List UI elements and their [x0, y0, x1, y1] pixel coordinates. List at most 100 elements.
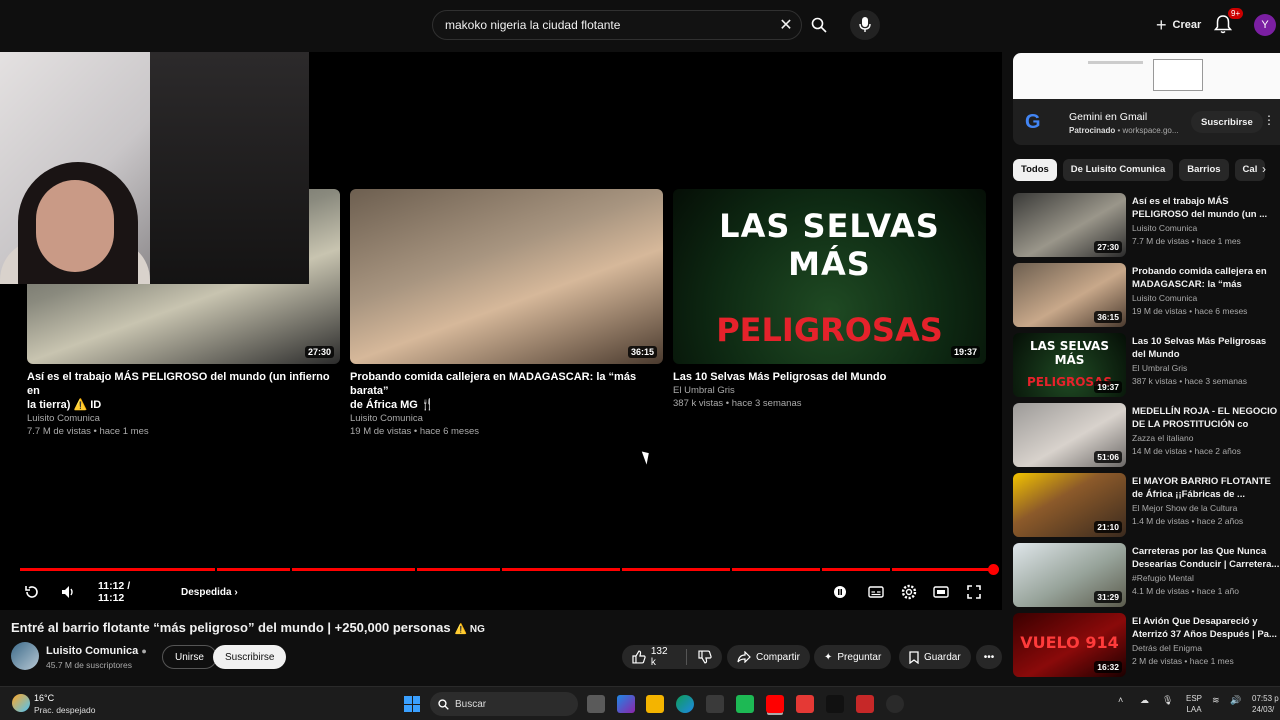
share-button[interactable]: Compartir [727, 645, 810, 669]
chevron-up-icon[interactable]: ˄ [1118, 695, 1123, 705]
related-channel[interactable]: Luisito Comunica [1132, 293, 1197, 303]
app-icon[interactable] [856, 695, 874, 713]
windows-start-icon[interactable] [404, 696, 420, 712]
related-title[interactable]: Las 10 Selvas Más Peligrosas del Mundo [1132, 335, 1280, 361]
related-channel[interactable]: Luisito Comunica [1132, 223, 1197, 233]
language-indicator[interactable]: ESP LAA [1186, 693, 1202, 715]
channel-avatar[interactable] [11, 642, 39, 670]
system-tray-icon[interactable]: ☁ [1140, 695, 1149, 706]
related-title[interactable]: Así es el trabajo MÁS PELIGROSO del mund… [1132, 195, 1280, 221]
related-thumbnail[interactable]: VUELO 914 16:32 [1013, 613, 1126, 677]
tiktok-icon[interactable] [826, 695, 844, 713]
end-card-thumbnail[interactable]: LAS SELVAS MÁS PELIGROSAS 19:37 [673, 189, 986, 364]
autoplay-toggle[interactable] [832, 582, 848, 602]
related-channel[interactable]: #Refugio Mental [1132, 573, 1194, 583]
channel-name[interactable]: Luisito Comunica ● [46, 645, 147, 657]
related-channel[interactable]: Detrás del Enigma [1132, 643, 1202, 653]
related-thumbnail[interactable]: 27:30 [1013, 193, 1126, 257]
edge-browser-icon[interactable] [676, 695, 694, 713]
related-video[interactable]: 31:29 Carreteras por las Que Nunca Desea… [1013, 543, 1280, 607]
ad-image[interactable] [1013, 53, 1280, 99]
related-thumbnail[interactable]: 31:29 [1013, 543, 1126, 607]
related-channel[interactable]: El Umbral Gris [1132, 363, 1187, 373]
end-card-channel[interactable]: El Umbral Gris [673, 384, 986, 397]
theater-mode-button[interactable] [931, 582, 951, 602]
chip-calles[interactable]: Cal [1234, 159, 1266, 181]
related-video[interactable]: 21:10 El MAYOR BARRIO FLOTANTE de África… [1013, 473, 1280, 537]
related-title[interactable]: Probando comida callejera en MADAGASCAR:… [1132, 265, 1280, 291]
task-view-icon[interactable] [587, 695, 605, 713]
ask-button[interactable]: ✦ Preguntar [814, 645, 892, 669]
join-button[interactable]: Unirse [162, 645, 217, 669]
chrome-icon[interactable] [886, 695, 904, 713]
settings-button[interactable] [899, 582, 919, 602]
related-thumbnail[interactable]: 21:10 [1013, 473, 1126, 537]
chip-barrios[interactable]: Barrios [1179, 159, 1229, 181]
more-vertical-icon[interactable]: ⋮ [1263, 113, 1275, 127]
subtitles-button[interactable] [866, 582, 886, 602]
clock[interactable]: 07:53 p 24/03/ [1252, 693, 1279, 715]
sponsored-ad[interactable]: G Gemini en Gmail Patrocinado • workspac… [1013, 53, 1280, 145]
related-thumbnail[interactable]: 51:06 [1013, 403, 1126, 467]
ad-subscribe-button[interactable]: Suscribirse [1191, 111, 1263, 133]
end-card-thumbnail[interactable]: 36:15 [350, 189, 663, 364]
file-explorer-icon[interactable] [646, 695, 664, 713]
volume-icon[interactable]: 🔊 [1230, 695, 1241, 706]
related-channel[interactable]: El Mejor Show de la Cultura [1132, 503, 1237, 513]
voice-search-button[interactable] [850, 10, 880, 40]
clear-search-icon[interactable]: ✕ [771, 15, 801, 35]
end-card-channel[interactable]: Luisito Comunica [27, 412, 340, 425]
replay-button[interactable] [22, 582, 42, 602]
related-thumbnail[interactable]: LAS SELVAS MÁS PELIGROSAS 19:37 [1013, 333, 1126, 397]
related-title[interactable]: El Avión Que Desapareció y Aterrizó 37 A… [1132, 615, 1280, 641]
progress-scrubber-handle[interactable] [988, 564, 999, 575]
volume-button[interactable] [58, 582, 78, 602]
save-button[interactable]: Guardar [899, 645, 971, 669]
youtube-icon[interactable] [766, 695, 784, 713]
progress-bar[interactable] [20, 564, 999, 575]
store-icon[interactable] [706, 695, 724, 713]
chip-de-luisito-comunica[interactable]: De Luisito Comunica [1062, 159, 1174, 181]
wifi-icon[interactable]: ≋ [1212, 695, 1220, 706]
related-video[interactable]: VUELO 914 16:32 El Avión Que Desapareció… [1013, 613, 1280, 677]
weather-description[interactable]: Prac. despejado [34, 705, 95, 715]
related-thumbnail[interactable]: 36:15 [1013, 263, 1126, 327]
more-actions-button[interactable]: ••• [976, 645, 1002, 669]
related-title[interactable]: El MAYOR BARRIO FLOTANTE de África ¡¡Fáb… [1132, 475, 1280, 501]
search-button[interactable] [804, 10, 834, 40]
chevron-right-icon[interactable]: › [1262, 162, 1266, 176]
taskbar-search[interactable]: Buscar [430, 692, 578, 716]
search-input[interactable]: makoko nigeria la ciudad flotante [433, 18, 771, 32]
related-video[interactable]: 51:06 MEDELLÍN ROJA - EL NEGOCIO DE LA P… [1013, 403, 1280, 467]
thumbs-up-icon[interactable] [632, 650, 646, 664]
end-card-video-2[interactable]: 36:15 Probando comida callejera en MADAG… [350, 189, 663, 438]
account-avatar[interactable]: Y [1254, 14, 1276, 36]
chip-todos[interactable]: Todos [1013, 159, 1057, 181]
related-channel[interactable]: Zazza el italiano [1132, 433, 1193, 443]
microphone-icon[interactable]: 🎙 [1162, 695, 1173, 706]
related-video[interactable]: 27:30 Así es el trabajo MÁS PELIGROSO de… [1013, 193, 1280, 257]
end-card-title[interactable]: Probando comida callejera en MADAGASCAR:… [350, 370, 663, 412]
end-card-title[interactable]: Así es el trabajo MÁS PELIGROSO del mund… [27, 370, 340, 412]
chapter-button[interactable]: Despedida › [181, 582, 241, 602]
thumbs-down-icon[interactable] [698, 650, 712, 664]
search-box[interactable]: makoko nigeria la ciudad flotante ✕ [432, 10, 802, 40]
like-count[interactable]: 132 k [651, 646, 675, 668]
fullscreen-button[interactable] [964, 582, 984, 602]
end-card-channel[interactable]: Luisito Comunica [350, 412, 663, 425]
end-card-video-3[interactable]: LAS SELVAS MÁS PELIGROSAS 19:37 Las 10 S… [673, 189, 986, 410]
app-icon[interactable] [796, 695, 814, 713]
video-player[interactable]: 27:30 Así es el trabajo MÁS PELIGROSO de… [0, 52, 1002, 610]
weather-temperature[interactable]: 16°C [34, 693, 54, 703]
ad-title[interactable]: Gemini en Gmail [1069, 111, 1147, 123]
related-video[interactable]: LAS SELVAS MÁS PELIGROSAS 19:37 Las 10 S… [1013, 333, 1280, 397]
weather-icon[interactable] [12, 694, 30, 712]
copilot-icon[interactable] [617, 695, 635, 713]
notifications-button[interactable]: 9+ [1213, 8, 1244, 38]
subscribe-button[interactable]: Suscribirse [213, 645, 287, 669]
related-video[interactable]: 36:15 Probando comida callejera en MADAG… [1013, 263, 1280, 327]
related-title[interactable]: MEDELLÍN ROJA - EL NEGOCIO DE LA PROSTIT… [1132, 405, 1280, 431]
end-card-title[interactable]: Las 10 Selvas Más Peligrosas del Mundo [673, 370, 986, 384]
kick-icon[interactable] [736, 695, 754, 713]
related-title[interactable]: Carreteras por las Que Nunca Desearías C… [1132, 545, 1280, 571]
